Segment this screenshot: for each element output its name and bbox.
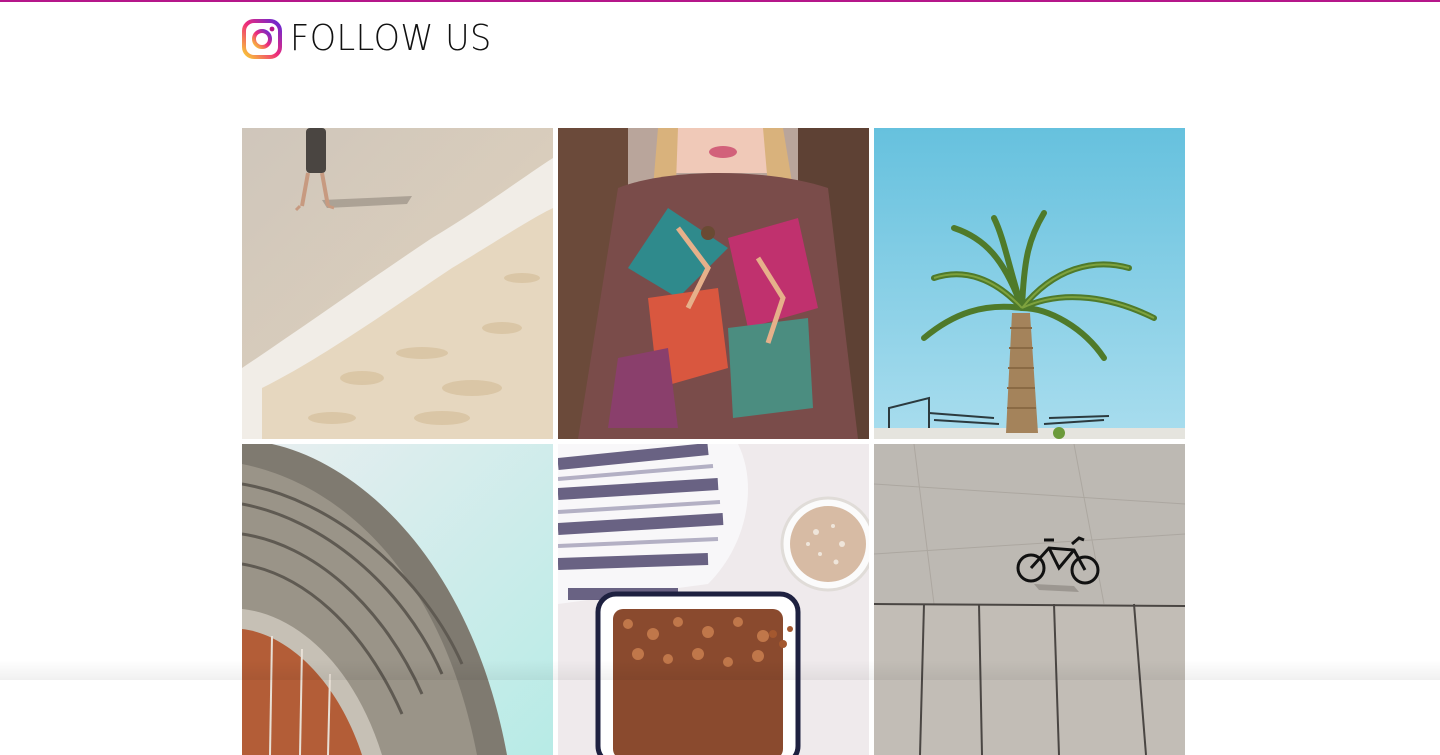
- coffee-and-granola-photo: [558, 444, 869, 755]
- gallery-photo-palm[interactable]: [874, 128, 1185, 439]
- page-title: FOLLOW US: [290, 18, 492, 59]
- gallery-photo-architecture[interactable]: [242, 444, 553, 755]
- gallery-photo-coffee[interactable]: [558, 444, 869, 755]
- bottom-fade: [0, 660, 1440, 680]
- beach-walker-photo: [242, 128, 553, 439]
- gallery-photo-beach[interactable]: [242, 128, 553, 439]
- gallery-photo-bicycle[interactable]: [874, 444, 1185, 755]
- instagram-icon[interactable]: [242, 19, 282, 59]
- gallery-photo-poncho[interactable]: [558, 128, 869, 439]
- accent-top-bar: [0, 0, 1440, 2]
- bicycle-on-pavement-photo: [874, 444, 1185, 755]
- architecture-curve-photo: [242, 444, 553, 755]
- follow-us-header: FOLLOW US: [242, 18, 507, 60]
- palm-tree-photo: [874, 128, 1185, 439]
- woman-in-poncho-photo: [558, 128, 869, 439]
